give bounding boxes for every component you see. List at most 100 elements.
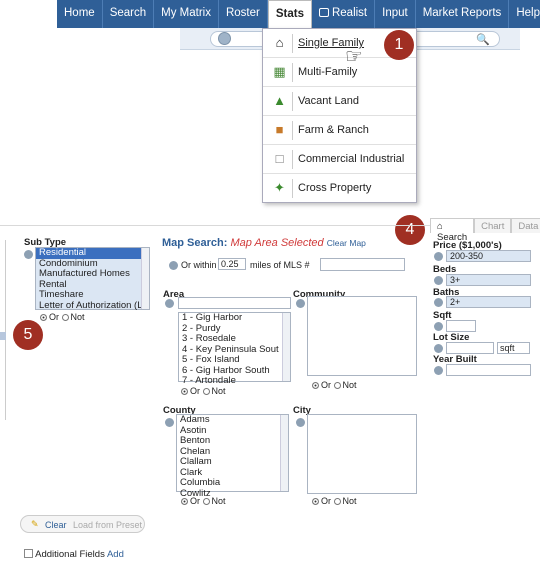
list-item[interactable]: 5 - Fox Island: [179, 354, 290, 366]
lot-size-input[interactable]: [446, 342, 494, 354]
area-or-not: Or Not: [181, 386, 226, 396]
within-prefix: Or within: [181, 260, 217, 270]
not-radio[interactable]: [333, 498, 341, 505]
clear-map-link[interactable]: Clear Map: [327, 238, 366, 248]
additional-fields-label: Additional Fields: [35, 549, 105, 560]
area-filter-input[interactable]: [178, 297, 291, 309]
nav-input[interactable]: Input: [375, 0, 416, 28]
list-item[interactable]: Clallam: [177, 456, 288, 468]
tab-chart[interactable]: Chart: [474, 218, 512, 233]
list-item[interactable]: Timeshare: [36, 289, 149, 301]
help-icon[interactable]: [434, 298, 443, 307]
load-preset-button[interactable]: Load from Preset: [73, 520, 142, 530]
mls-number-input[interactable]: [320, 258, 405, 271]
left-panel-toggle[interactable]: [0, 332, 6, 340]
or-radio[interactable]: [312, 382, 319, 389]
nav-my-matrix[interactable]: My Matrix: [154, 0, 219, 28]
nav-help[interactable]: Help: [509, 0, 540, 28]
not-radio[interactable]: [61, 314, 69, 321]
menu-item-farm-ranch[interactable]: ■ Farm & Ranch: [263, 116, 416, 145]
not-radio[interactable]: [202, 498, 210, 505]
menu-item-vacant-land[interactable]: ▲ Vacant Land: [263, 87, 416, 116]
sqft-input[interactable]: [446, 320, 476, 332]
menu-item-commercial-industrial[interactable]: □ Commercial Industrial: [263, 145, 416, 174]
list-item[interactable]: 7 - Artondale: [179, 375, 290, 387]
lot-size-unit-select[interactable]: sqft: [497, 342, 530, 354]
help-icon[interactable]: [24, 250, 33, 259]
help-icon[interactable]: [165, 299, 174, 308]
scrollbar[interactable]: [282, 313, 290, 381]
scrollbar[interactable]: [141, 248, 149, 309]
county-or-not: Or Not: [181, 496, 226, 506]
or-radio[interactable]: [40, 314, 47, 321]
baths-input[interactable]: 2+: [446, 296, 531, 308]
additional-fields-row: Additional Fields Add: [24, 549, 124, 560]
nav-search[interactable]: Search: [103, 0, 155, 28]
broom-icon: ✎: [31, 519, 39, 529]
not-radio[interactable]: [202, 388, 210, 395]
clear-load-buttons: ✎ Clear Load from Preset: [20, 515, 145, 533]
not-label: Not: [342, 380, 357, 390]
not-label: Not: [211, 496, 226, 506]
list-item[interactable]: 3 - Rosedale: [179, 333, 290, 345]
cross-property-icon: ✦: [274, 180, 285, 195]
or-radio[interactable]: [181, 388, 188, 395]
result-tabs: ⌂ Search Chart Data: [430, 218, 540, 243]
city-listbox[interactable]: [307, 414, 417, 494]
help-icon[interactable]: [296, 299, 305, 308]
help-icon[interactable]: [434, 322, 443, 331]
search-icon[interactable]: 🔍: [476, 33, 490, 46]
nav-roster[interactable]: Roster: [219, 0, 268, 28]
step-badge-1: 1: [384, 30, 414, 60]
menu-item-cross-property[interactable]: ✦ Cross Property: [263, 174, 416, 203]
tab-search[interactable]: ⌂ Search: [430, 218, 475, 243]
area-listbox[interactable]: 1 - Gig Harbor 2 - Purdy 3 - Rosedale 4 …: [178, 312, 291, 386]
barn-icon: ■: [275, 122, 284, 137]
price-input[interactable]: 200-350: [446, 250, 531, 262]
or-label: Or: [190, 496, 200, 506]
help-icon[interactable]: [434, 276, 443, 285]
list-item[interactable]: Residential: [36, 247, 149, 259]
map-search-label: Map Search:: [162, 237, 228, 249]
within-distance-select[interactable]: 0.25: [218, 258, 246, 270]
list-item[interactable]: Benton: [177, 435, 288, 447]
scrollbar[interactable]: [280, 415, 288, 491]
subtype-listbox[interactable]: Residential Condominium Manufactured Hom…: [35, 247, 150, 310]
menu-item-multi-family[interactable]: ▦ Multi-Family: [263, 58, 416, 87]
help-icon[interactable]: [434, 366, 443, 375]
hand-cursor-icon: ☞: [345, 46, 363, 68]
tree-icon: ▲: [273, 93, 286, 108]
help-icon[interactable]: [296, 418, 305, 427]
nav-realist[interactable]: Realist: [312, 0, 376, 28]
nav-market-reports[interactable]: Market Reports: [416, 0, 510, 28]
help-icon[interactable]: [434, 252, 443, 261]
not-label: Not: [70, 312, 85, 322]
or-label: Or: [49, 312, 59, 322]
fields-icon: [24, 549, 33, 558]
add-field-link[interactable]: Add: [107, 549, 124, 560]
nav-stats[interactable]: Stats: [267, 0, 312, 28]
or-radio[interactable]: [312, 498, 319, 505]
not-radio[interactable]: [333, 382, 341, 389]
county-listbox[interactable]: Adams Asotin Benton Chelan Clallam Clark…: [176, 414, 289, 498]
clear-button[interactable]: Clear: [45, 520, 67, 530]
list-item[interactable]: Manufactured Homes: [36, 268, 149, 280]
or-label: Or: [321, 380, 331, 390]
year-built-input[interactable]: [446, 364, 531, 376]
community-listbox[interactable]: [307, 296, 417, 376]
list-item[interactable]: Columbia: [177, 477, 288, 489]
globe-icon[interactable]: [218, 32, 231, 45]
nav-home[interactable]: Home: [57, 0, 103, 28]
house-icon: ⌂: [275, 35, 284, 50]
list-item[interactable]: Letter of Authorization (LC: [36, 300, 149, 312]
or-radio[interactable]: [181, 498, 188, 505]
top-nav: Home Search My Matrix Roster Stats Reali…: [57, 0, 540, 28]
list-item[interactable]: Adams: [177, 414, 288, 426]
home-icon: ⌂: [437, 221, 443, 232]
beds-input[interactable]: 3+: [446, 274, 531, 286]
help-icon[interactable]: [165, 418, 174, 427]
list-item[interactable]: 1 - Gig Harbor: [179, 312, 290, 324]
tab-data[interactable]: Data: [511, 218, 540, 233]
help-icon[interactable]: [169, 261, 178, 270]
help-icon[interactable]: [434, 344, 443, 353]
